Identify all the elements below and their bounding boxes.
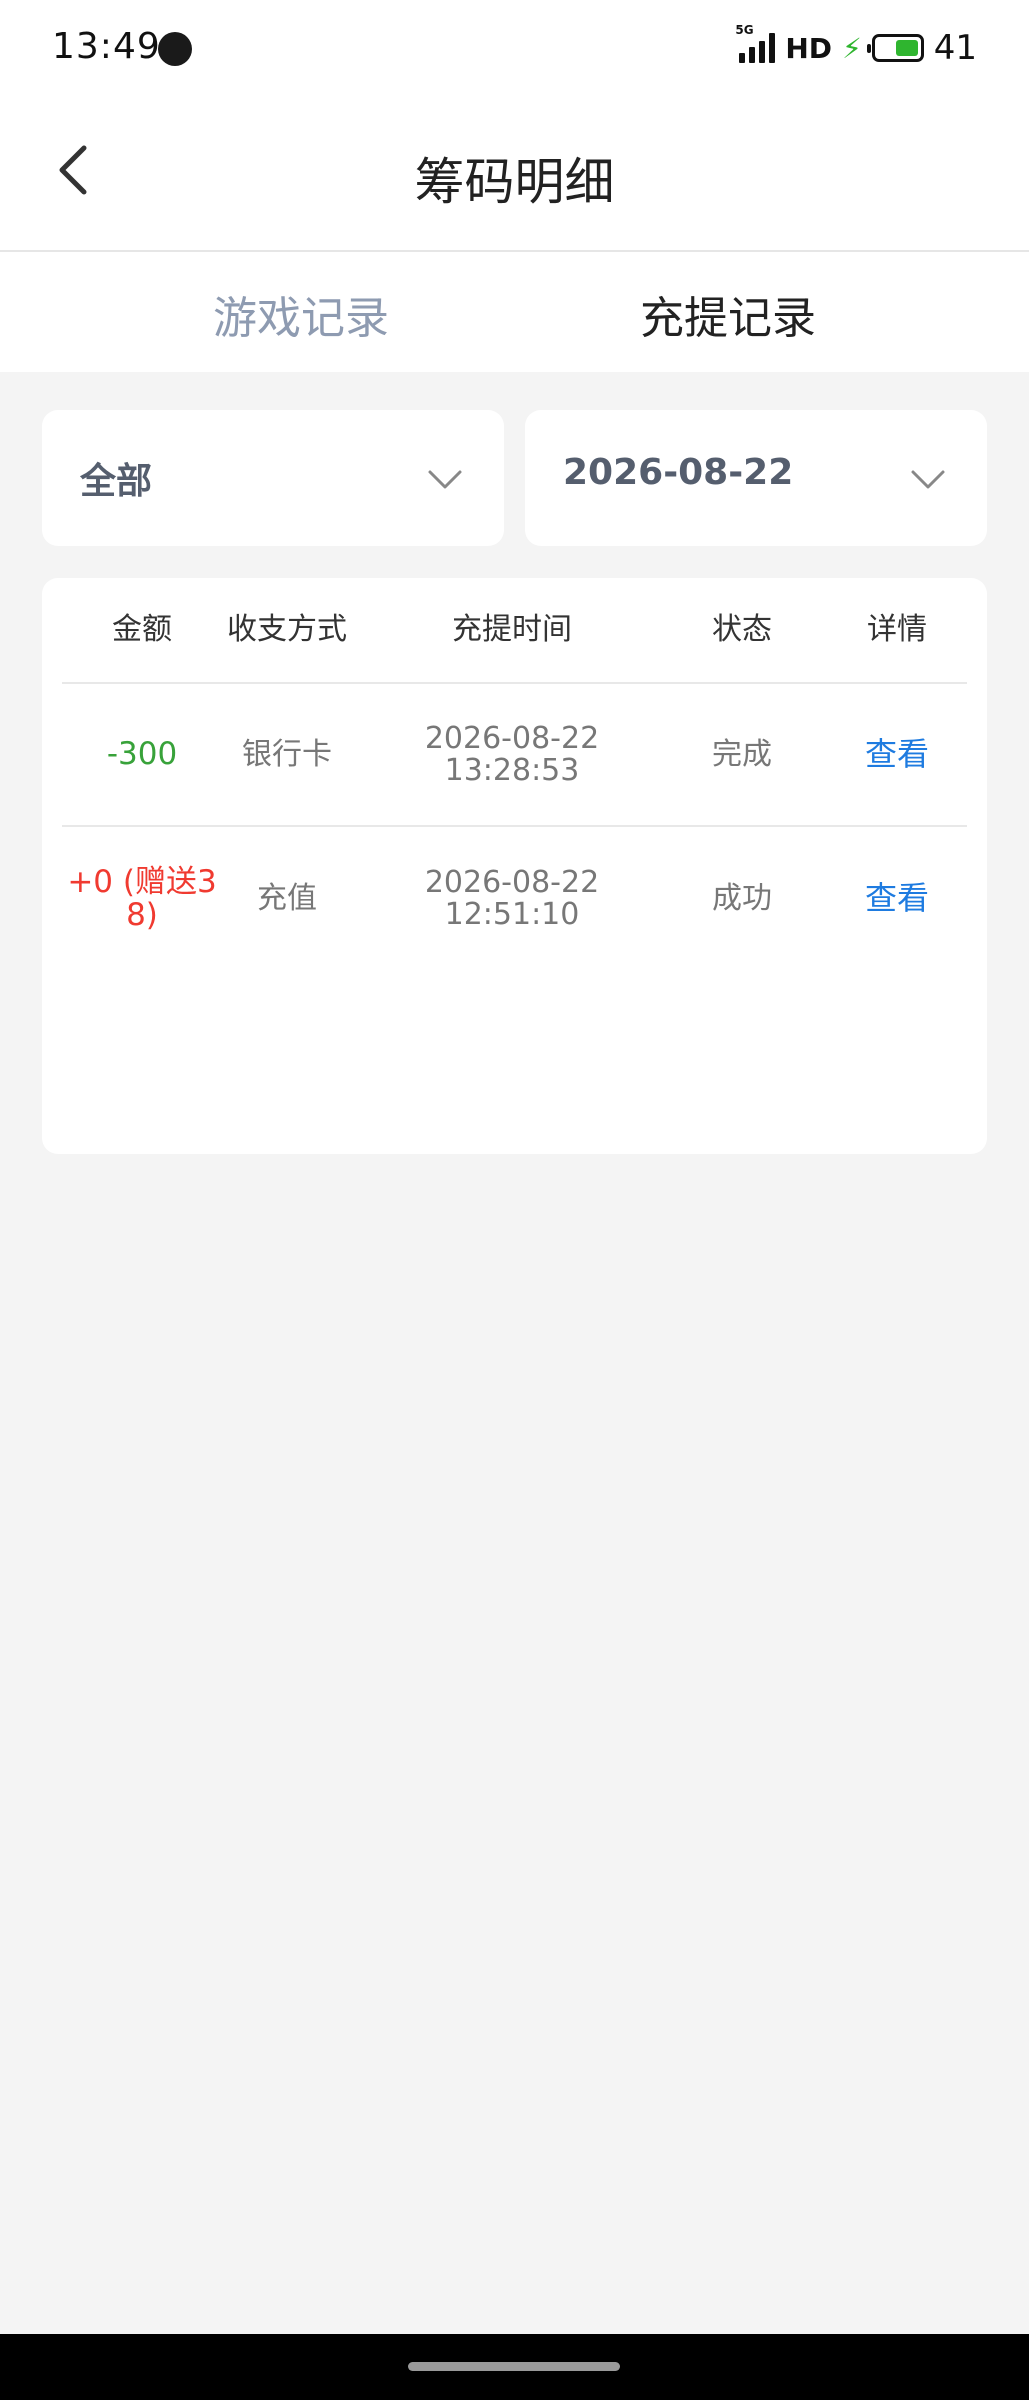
battery-level: 41 [933,28,977,68]
time-clock: 13:28:53 [444,752,580,788]
home-indicator[interactable] [408,2362,620,2371]
time-clock: 12:51:10 [444,896,580,932]
type-filter-value: 全部 [80,461,153,502]
record-tabs: 游戏记录 充提记录 [0,252,1029,372]
header-time: 充提时间 [452,612,572,648]
page-title: 筹码明细 [414,153,615,211]
chevron-down-icon [911,470,945,489]
status-cell: 成功 [712,880,772,916]
view-detail-link[interactable]: 查看 [822,684,972,825]
amount-value-cont: 8) [126,896,158,933]
method-cell: 充值 [257,880,317,916]
time-cell: 2026-08-22 13:28:53 [372,684,652,825]
amount-value: +0 (赠送3 [67,863,217,900]
battery-icon [866,34,924,62]
time-date: 2026-08-22 [424,865,600,900]
system-nav-bar [0,2334,1029,2400]
header-method: 收支方式 [227,612,347,648]
network-type: 5G [735,23,754,37]
charging-icon: ⚡ [842,31,862,65]
app-header: 筹码明细 [0,98,1029,252]
hd-indicator: HD [785,31,833,65]
amount-cell: -300 [62,684,222,825]
date-filter-dropdown[interactable]: 2026-08-22 [525,410,987,546]
table-header: 金额 收支方式 充提时间 状态 详情 [62,578,967,684]
header-status: 状态 [712,612,772,648]
signal-icon: 5G [735,23,776,63]
tab-game-records[interactable]: 游戏记录 [151,282,451,346]
notification-dot-icon [158,32,192,66]
time-cell: 2026-08-22 12:51:10 [372,827,652,970]
header-amount: 金额 [112,612,172,648]
time-date: 2026-08-22 [424,721,600,756]
date-filter-value: 2026-08-22 [563,452,794,493]
status-bar: 13:49 5G HD ⚡ 41 [0,0,1029,98]
tab-recharge-records[interactable]: 充提记录 [578,282,878,346]
amount-value: -300 [106,736,178,773]
type-filter-dropdown[interactable]: 全部 [42,410,504,546]
header-detail: 详情 [867,612,927,648]
status-indicators: 5G HD ⚡ 41 [735,23,977,70]
method-cell: 银行卡 [242,736,332,772]
chevron-down-icon [428,470,462,489]
view-detail-link[interactable]: 查看 [822,827,972,970]
status-time: 13:49 [52,26,161,67]
amount-cell: +0 (赠送3 8) [62,827,222,970]
table-row: -300 银行卡 2026-08-22 13:28:53 完成 查看 [62,684,967,827]
status-cell: 完成 [712,736,772,772]
records-table: 金额 收支方式 充提时间 状态 详情 -300 银行卡 2026-08-22 1… [42,578,987,1154]
table-row: +0 (赠送3 8) 充值 2026-08-22 12:51:10 成功 查看 [62,827,967,970]
